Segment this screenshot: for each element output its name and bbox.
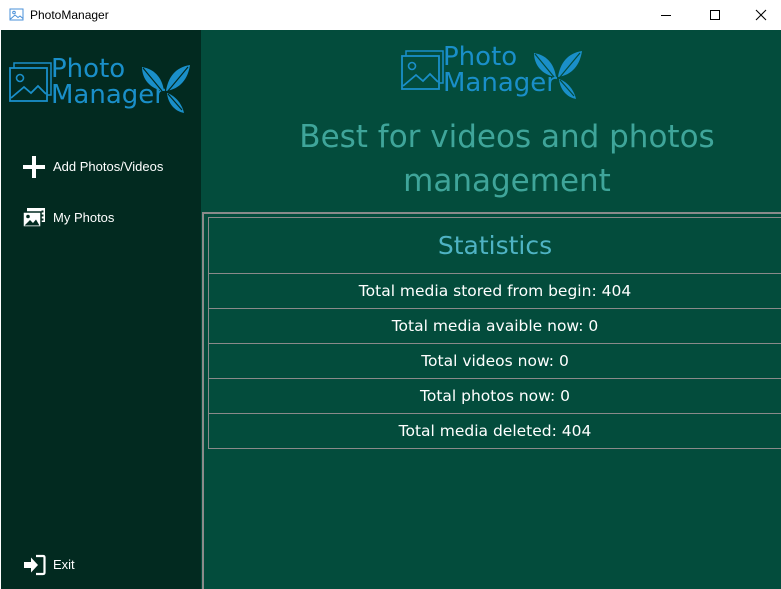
stat-total-stored: Total media stored from begin: 404 <box>208 273 781 309</box>
stat-total-available: Total media avaible now: 0 <box>208 308 781 344</box>
statistics-title: Statistics <box>208 217 781 274</box>
exit-icon <box>24 554 46 576</box>
headline: Best for videos and photos management <box>201 115 781 203</box>
photos-icon <box>22 208 45 228</box>
main-content: Photo Manager Best for videos and photos… <box>201 30 781 589</box>
table-row: Total media stored from begin: 404 <box>208 273 781 309</box>
sidebar-item-label: Exit <box>53 557 75 572</box>
statistics-panel: Statistics Total media stored from begin… <box>202 212 781 589</box>
minimize-button[interactable] <box>643 0 689 30</box>
sidebar-logo: Photo Manager <box>9 55 194 115</box>
sidebar: Photo Manager Add Photos/Videos My Photo… <box>1 30 201 589</box>
table-row: Total media deleted: 404 <box>208 413 781 449</box>
sidebar-item-label: My Photos <box>53 210 115 225</box>
logo-photo-icon <box>9 62 52 102</box>
close-icon <box>755 9 767 21</box>
headline-line-2: management <box>403 163 611 199</box>
table-row: Total photos now: 0 <box>208 378 781 414</box>
stat-total-videos: Total videos now: 0 <box>208 343 781 379</box>
table-row: Total media avaible now: 0 <box>208 308 781 344</box>
statistics-header-row: Statistics <box>208 217 781 274</box>
logo-leaves-icon <box>534 51 582 99</box>
close-button[interactable] <box>738 0 781 30</box>
table-row: Total videos now: 0 <box>208 343 781 379</box>
minimize-icon <box>661 15 671 16</box>
sidebar-item-add-photos[interactable]: Add Photos/Videos <box>1 147 201 187</box>
logo-text-photo: Photo <box>443 42 518 72</box>
sidebar-item-label: Add Photos/Videos <box>53 159 164 174</box>
main-logo: Photo Manager <box>401 43 586 103</box>
headline-line-1: Best for videos and photos <box>299 119 715 155</box>
title-bar: PhotoManager <box>0 0 781 30</box>
plus-icon <box>23 156 45 178</box>
logo-leaves-icon <box>142 65 190 113</box>
statistics-table: Statistics Total media stored from begin… <box>208 217 781 449</box>
logo-text-photo: Photo <box>51 54 126 84</box>
sidebar-item-exit[interactable]: Exit <box>1 545 201 585</box>
stat-total-photos: Total photos now: 0 <box>208 378 781 414</box>
stat-total-deleted: Total media deleted: 404 <box>208 413 781 449</box>
maximize-button[interactable] <box>692 0 738 30</box>
sidebar-item-my-photos[interactable]: My Photos <box>1 198 201 238</box>
logo-photo-icon <box>401 50 444 90</box>
maximize-icon <box>710 10 720 20</box>
app-icon <box>9 8 24 21</box>
window-title: PhotoManager <box>30 8 109 22</box>
